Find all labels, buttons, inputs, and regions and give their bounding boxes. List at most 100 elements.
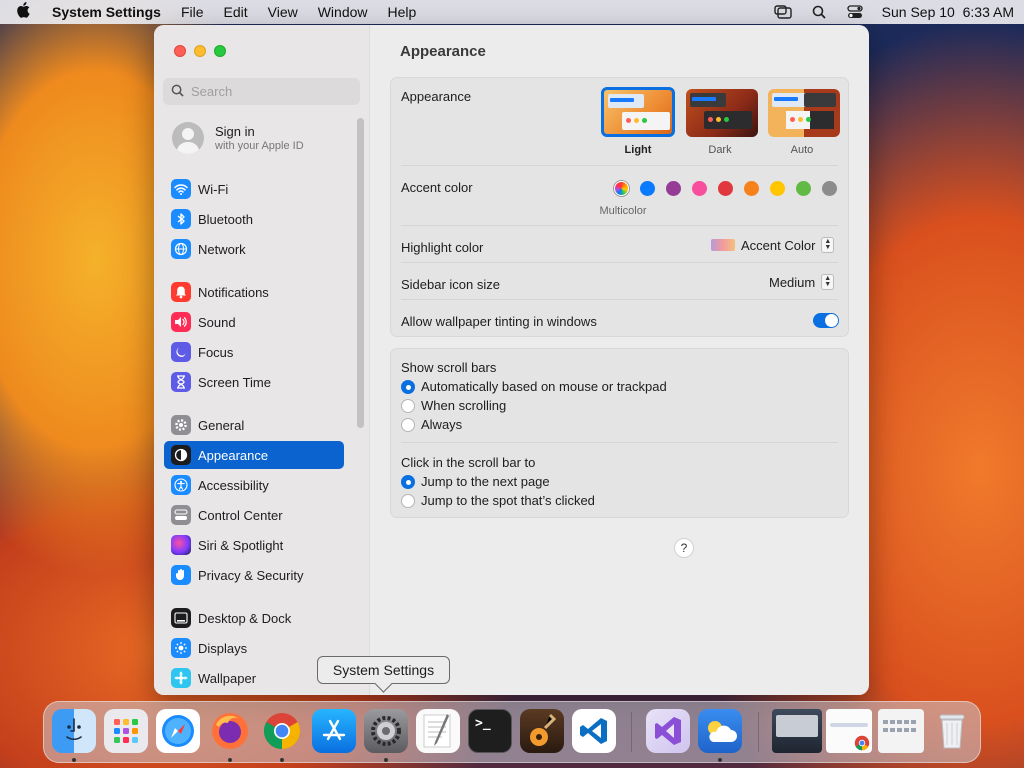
- sidebar-item-bluetooth[interactable]: Bluetooth: [164, 205, 344, 233]
- view-menu[interactable]: View: [268, 4, 298, 20]
- search-input[interactable]: [191, 84, 351, 99]
- visual-studio-icon[interactable]: [646, 709, 690, 753]
- accent-pink-swatch[interactable]: [692, 181, 707, 196]
- minimize-button[interactable]: [194, 45, 206, 57]
- sidebar-item-appearance[interactable]: Appearance: [164, 441, 344, 469]
- system-settings-icon[interactable]: [364, 709, 408, 753]
- app-store-icon[interactable]: [312, 709, 356, 753]
- firefox-icon[interactable]: [208, 709, 252, 753]
- sidebar-item-siri-spotlight[interactable]: Siri & Spotlight: [164, 531, 344, 559]
- help-menu[interactable]: Help: [388, 4, 417, 20]
- accessibility-icon: [171, 475, 191, 495]
- terminal-icon[interactable]: >_: [468, 709, 512, 753]
- running-indicator: [718, 758, 722, 762]
- sidebar-item-network[interactable]: Network: [164, 235, 344, 263]
- icon-size-value: Medium: [769, 274, 816, 290]
- sidebar-item-label: Network: [198, 241, 246, 257]
- accent-green-swatch[interactable]: [796, 181, 811, 196]
- garageband-icon[interactable]: [520, 709, 564, 753]
- apple-icon[interactable]: [16, 1, 38, 23]
- click-scroll-bar-label: Click in the scroll bar to: [401, 455, 536, 470]
- control-center-icon[interactable]: [846, 5, 864, 19]
- control-center-icon: [171, 505, 191, 525]
- sidebar-item-label: Wi-Fi: [198, 181, 229, 197]
- launchpad-icon[interactable]: [104, 709, 148, 753]
- divider: [401, 165, 838, 166]
- sidebar-scrollbar[interactable]: [357, 118, 364, 428]
- sidebar-item-wifi[interactable]: Wi-Fi: [164, 175, 344, 203]
- divider: [401, 442, 838, 443]
- minimized-window-icon[interactable]: [826, 709, 872, 753]
- minimized-window-icon[interactable]: [878, 709, 924, 753]
- appearance-auto-option[interactable]: [768, 89, 840, 137]
- clock[interactable]: Sun Sep 10 6:33 AM: [882, 4, 1014, 20]
- window-menu[interactable]: Window: [318, 4, 368, 20]
- jump-spot-clicked-radio[interactable]: Jump to the spot that’s clicked: [401, 493, 595, 508]
- safari-icon[interactable]: [156, 709, 200, 753]
- sidebar-item-label: Displays: [198, 640, 248, 656]
- accent-purple-swatch[interactable]: [666, 181, 681, 196]
- trash-icon[interactable]: [934, 709, 970, 753]
- sidebar-item-focus[interactable]: Focus: [164, 338, 344, 366]
- apple-id-signin[interactable]: Sign in with your Apple ID: [172, 122, 304, 154]
- accent-graphite-swatch[interactable]: [822, 181, 837, 196]
- accent-orange-swatch[interactable]: [744, 181, 759, 196]
- vscode-icon[interactable]: [572, 709, 616, 753]
- show-scroll-bars-label: Show scroll bars: [401, 360, 497, 375]
- divider: [401, 262, 838, 263]
- minimized-window-icon[interactable]: [772, 709, 822, 753]
- finder-icon[interactable]: [52, 709, 96, 753]
- help-button[interactable]: ?: [674, 538, 694, 558]
- weather-icon[interactable]: [698, 709, 742, 753]
- highlight-color-popup[interactable]: Accent Color ▲ ▼: [711, 237, 835, 253]
- scroll-bars-auto-radio[interactable]: Automatically based on mouse or trackpad: [401, 379, 667, 394]
- file-menu[interactable]: File: [181, 4, 204, 20]
- close-button[interactable]: [174, 45, 186, 57]
- app-menu[interactable]: System Settings: [52, 4, 161, 20]
- edit-menu[interactable]: Edit: [224, 4, 248, 20]
- radio-label: Always: [421, 417, 463, 432]
- accent-blue-swatch[interactable]: [640, 181, 655, 196]
- accent-multicolor-swatch[interactable]: [614, 181, 629, 196]
- appearance-dark-option[interactable]: [686, 89, 758, 137]
- wallpaper-tinting-toggle[interactable]: [813, 313, 839, 328]
- sidebar-item-label: Focus: [198, 344, 234, 360]
- accent-yellow-swatch[interactable]: [770, 181, 785, 196]
- appearance-card: Appearance Light Dark Auto Accent color …: [390, 77, 849, 337]
- textedit-icon[interactable]: [416, 709, 460, 753]
- sidebar-item-label: Wallpaper: [198, 670, 257, 686]
- scroll-bars-always-radio[interactable]: Always: [401, 417, 462, 432]
- sidebar-item-screen-time[interactable]: Screen Time: [164, 368, 344, 396]
- sidebar-item-sound[interactable]: Sound: [164, 308, 344, 336]
- accent-red-swatch[interactable]: [718, 181, 733, 196]
- scroll-bars-when-scrolling-radio[interactable]: When scrolling: [401, 398, 506, 413]
- zoom-button[interactable]: [214, 45, 226, 57]
- appearance-light-option[interactable]: [601, 87, 675, 137]
- search-icon: [171, 84, 184, 100]
- appearance-light-label: Light: [624, 144, 652, 156]
- bluetooth-icon: [171, 209, 191, 229]
- jump-next-page-radio[interactable]: Jump to the next page: [401, 474, 550, 489]
- sidebar-item-accessibility[interactable]: Accessibility: [164, 471, 344, 499]
- search-field[interactable]: [163, 78, 360, 105]
- sidebar-item-notifications[interactable]: Notifications: [164, 278, 344, 306]
- sidebar-item-desktop-dock[interactable]: Desktop & Dock: [164, 604, 344, 632]
- siri-icon: [171, 535, 191, 555]
- stage-manager-icon[interactable]: [773, 5, 792, 19]
- dock-separator: [758, 712, 759, 752]
- chrome-icon[interactable]: [260, 709, 304, 753]
- sidebar: Sign in with your Apple ID Wi-Fi Bluetoo…: [154, 25, 370, 695]
- sidebar-item-privacy-security[interactable]: Privacy & Security: [164, 561, 344, 589]
- sidebar-item-control-center[interactable]: Control Center: [164, 501, 344, 529]
- signin-subtitle: with your Apple ID: [215, 140, 304, 152]
- sidebar-item-general[interactable]: General: [164, 411, 344, 439]
- sidebar-item-label: Siri & Spotlight: [198, 537, 284, 553]
- search-icon[interactable]: [810, 5, 828, 19]
- sidebar-icon-size-popup[interactable]: Medium ▲ ▼: [769, 274, 835, 290]
- divider: [401, 299, 838, 300]
- sidebar-item-label: Control Center: [198, 507, 283, 523]
- dock-icon: [171, 608, 191, 628]
- moon-icon: [171, 342, 191, 362]
- window-controls: [174, 45, 226, 57]
- sidebar-item-label: General: [198, 417, 245, 433]
